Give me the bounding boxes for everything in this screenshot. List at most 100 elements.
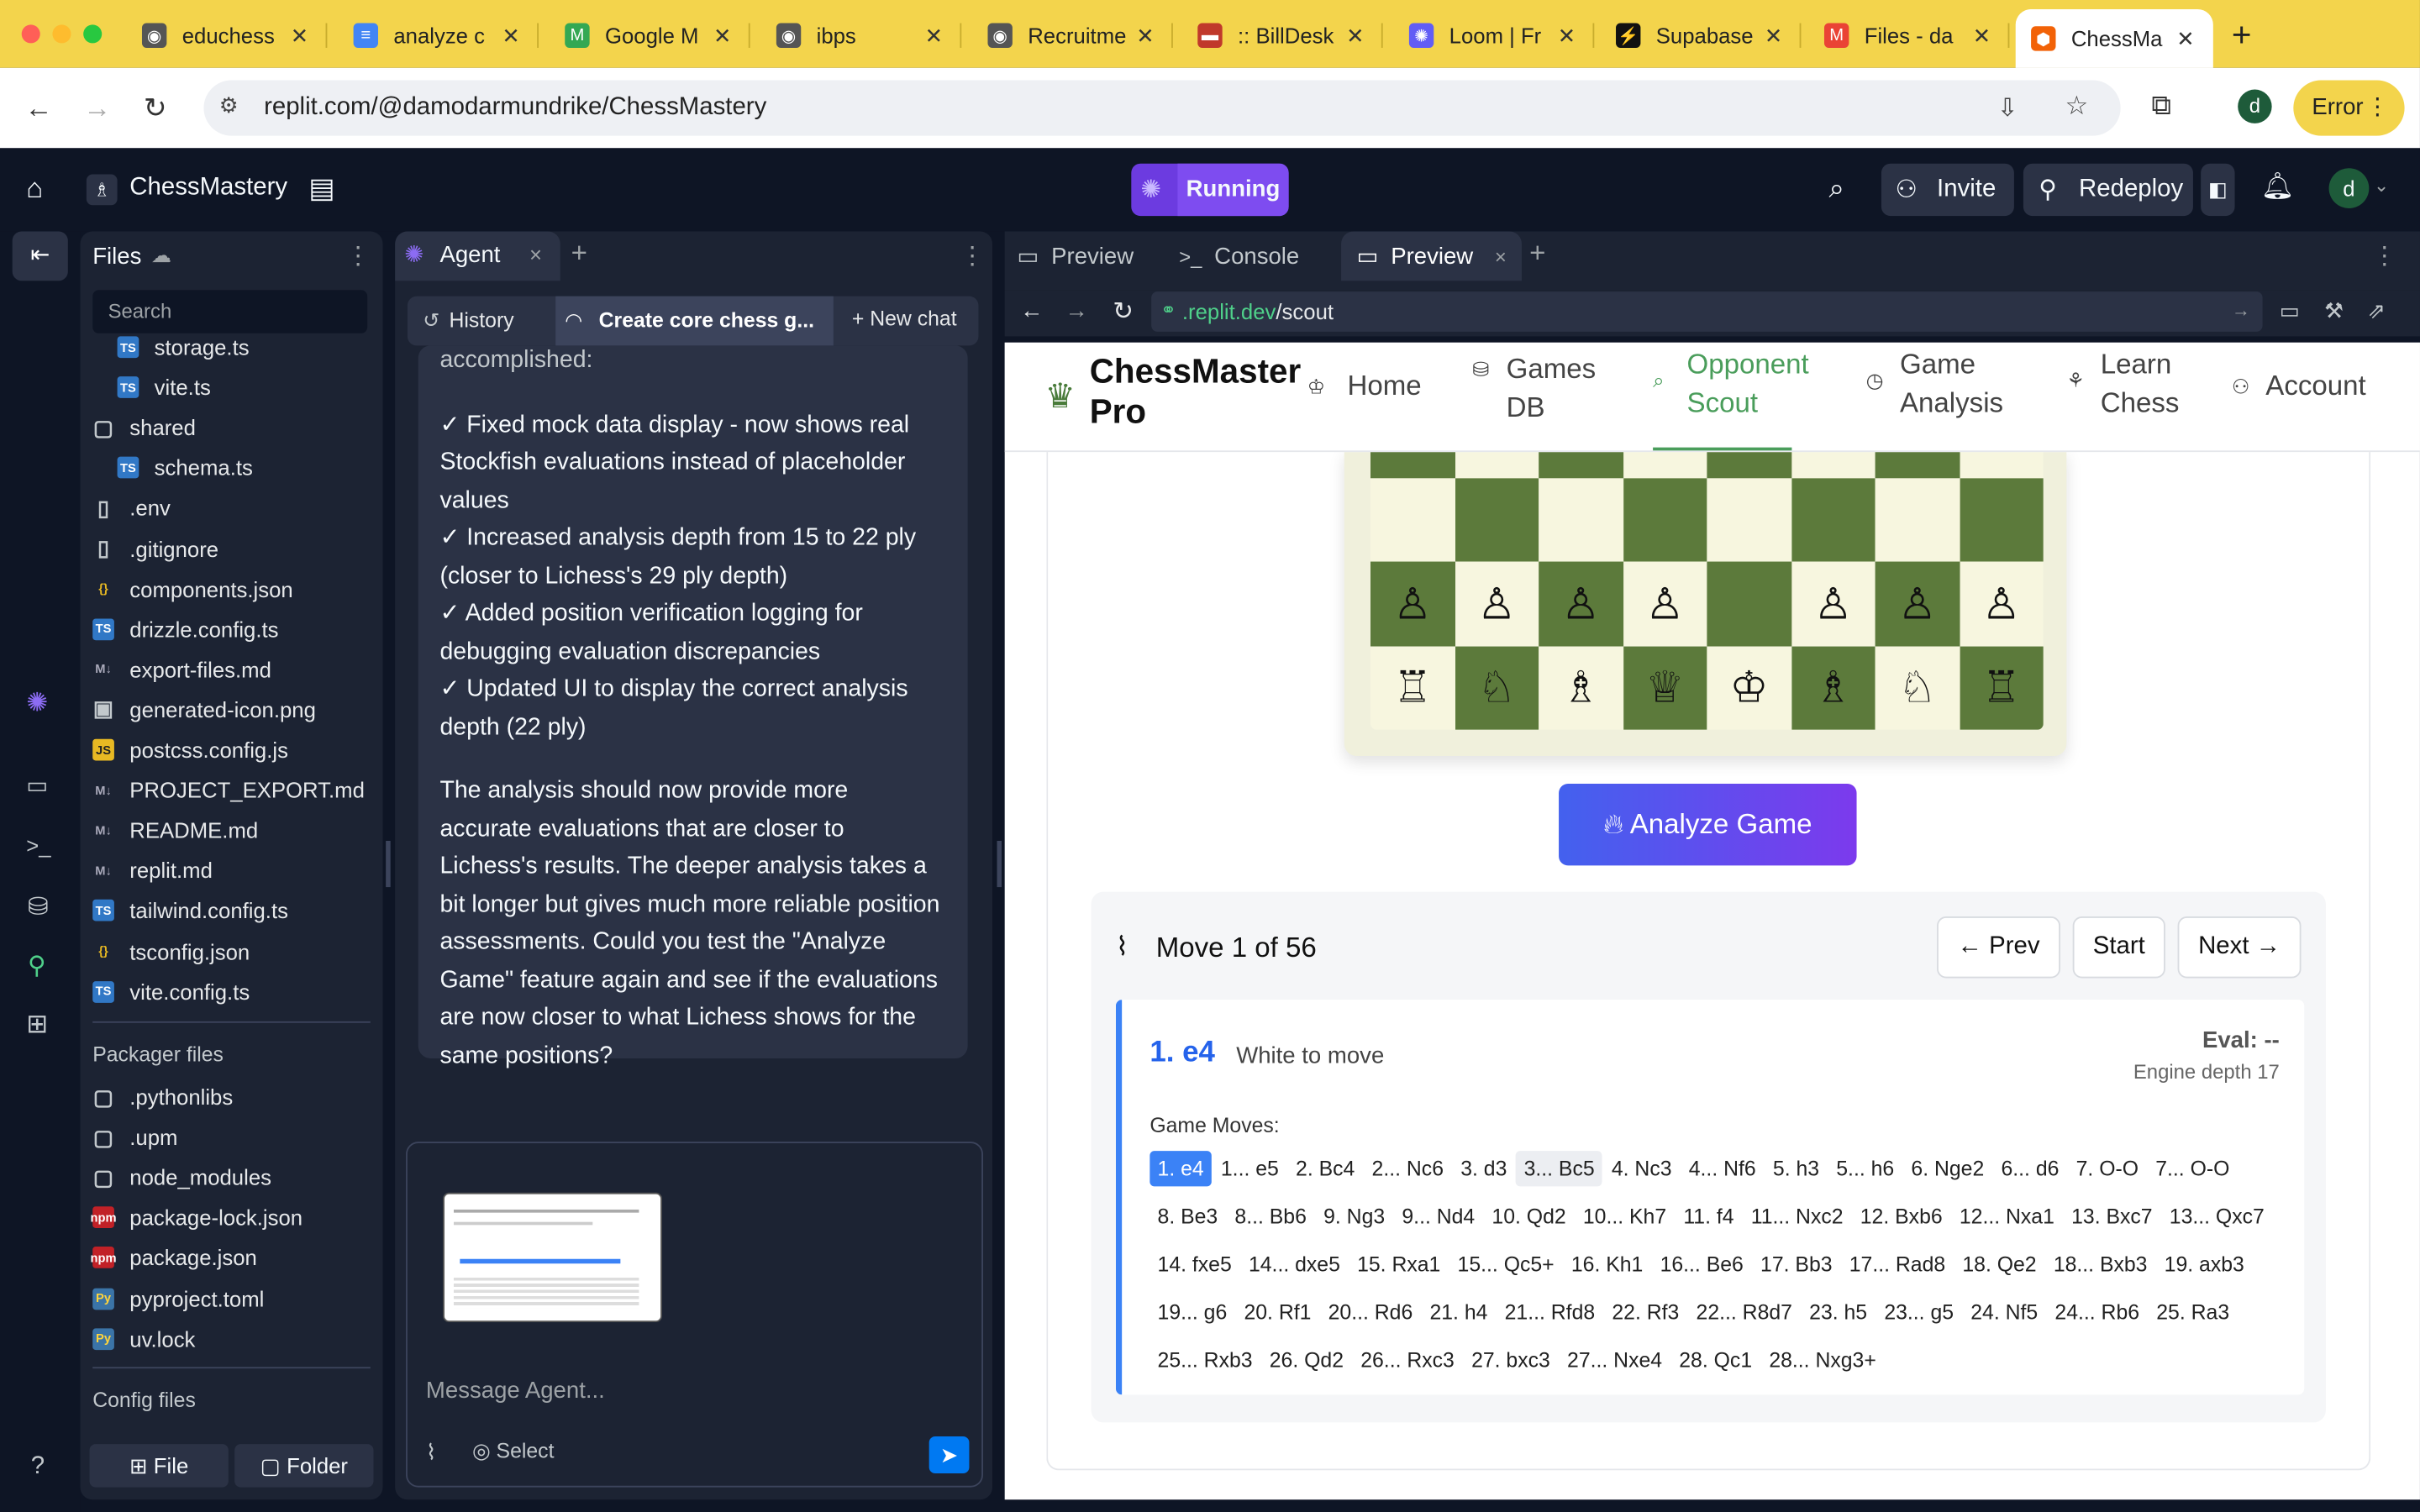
chess-piece-icon[interactable]: ♕ — [1645, 662, 1684, 713]
file-tree-item[interactable]: ▢ shared — [92, 407, 196, 448]
close-tab-icon[interactable]: ✕ — [1558, 23, 1576, 49]
move-chip[interactable]: 11... Nxc2 — [1744, 1199, 1851, 1234]
move-chip[interactable]: 7. O-O — [2068, 1151, 2146, 1186]
chess-piece-icon[interactable]: ♙ — [1982, 578, 2021, 629]
deploy-menu-icon[interactable]: ◧ — [2201, 163, 2235, 217]
file-tree-item[interactable]: ▯ .gitignore — [92, 528, 218, 569]
board-square[interactable] — [1623, 477, 1707, 562]
move-chip[interactable]: 27... Nxe4 — [1560, 1342, 1670, 1378]
move-chip[interactable]: 18... Bxb3 — [2046, 1247, 2155, 1282]
move-chip[interactable]: 21. h4 — [1422, 1294, 1495, 1330]
move-chip[interactable]: 2... Nc6 — [1364, 1151, 1451, 1186]
board-square[interactable] — [1791, 449, 1876, 478]
move-chip[interactable]: 26... Rxc3 — [1353, 1342, 1462, 1378]
prev-button[interactable]: ← Prev — [1937, 916, 2060, 979]
board-square[interactable]: ♙ — [1875, 561, 1960, 646]
run-button[interactable]: ✺ Running — [1131, 163, 1289, 217]
minimize-window-button[interactable] — [52, 24, 71, 44]
move-chip[interactable]: 13... Qxc7 — [2162, 1199, 2272, 1234]
open-external-icon[interactable]: ⇗ — [2367, 297, 2386, 323]
move-chip[interactable]: 5. h3 — [1765, 1151, 1828, 1186]
close-tab-icon[interactable]: ✕ — [1765, 23, 1783, 49]
board-square[interactable] — [1707, 477, 1791, 562]
omnibox[interactable]: ⚙ replit.com/@damodarmundrike/ChessMaste… — [203, 80, 2121, 136]
attached-screenshot-thumbnail[interactable] — [443, 1192, 662, 1323]
forward-icon[interactable]: → — [83, 92, 111, 125]
move-chip[interactable]: 1... e5 — [1213, 1151, 1286, 1186]
history-icon[interactable]: ↺ — [423, 308, 439, 333]
move-chip[interactable]: 1. e4 — [1150, 1151, 1212, 1187]
move-chip[interactable]: 4... Nf6 — [1681, 1151, 1764, 1186]
search-icon[interactable]: ⌕ — [1828, 173, 1844, 206]
chess-piece-icon[interactable]: ♙ — [1561, 578, 1600, 629]
forward-icon[interactable]: → — [1065, 297, 1088, 323]
send-icon[interactable]: ➤ — [929, 1436, 970, 1474]
move-chip[interactable]: 10. Qd2 — [1484, 1199, 1574, 1234]
board-square[interactable] — [1791, 477, 1876, 562]
board-square[interactable]: ♖ — [1959, 645, 2044, 730]
browser-tab[interactable]: ✺ Loom | Fr ✕ — [1394, 9, 1595, 61]
new-chat-button[interactable]: + New chat — [852, 307, 957, 331]
move-chip[interactable]: 9. Ng3 — [1316, 1199, 1392, 1234]
reload-icon[interactable]: ↻ — [1113, 297, 1134, 328]
board-square[interactable]: ♗ — [1539, 645, 1623, 730]
nav-link-games-db[interactable]: ⛁ Games DB — [1472, 350, 1611, 428]
board-square[interactable] — [1959, 449, 2044, 478]
move-chip[interactable]: 13. Bxc7 — [2064, 1199, 2160, 1234]
devices-icon[interactable]: ▭ — [2280, 297, 2300, 323]
board-square[interactable]: ♘ — [1875, 645, 1960, 730]
close-tab-icon[interactable]: ✕ — [1136, 23, 1155, 49]
close-tab-icon[interactable]: ✕ — [502, 23, 520, 49]
reload-icon[interactable]: ↻ — [144, 92, 167, 125]
go-arrow-icon[interactable]: → — [2232, 299, 2250, 321]
file-tree-item[interactable]: Py uv.lock — [92, 1319, 195, 1359]
file-tree-item[interactable]: TS tailwind.config.ts — [92, 890, 288, 931]
file-tree-item[interactable]: npm package-lock.json — [91, 1198, 303, 1238]
board-square[interactable] — [1707, 561, 1791, 646]
chess-board[interactable]: ♔ ♙ ♙ ♙ ♙ ♙ ♙ ♙ ♖ ♘ ♗ ♕ ♔ ♗ ♘ ♖ — [1370, 449, 2044, 730]
move-chip[interactable]: 19... g6 — [1150, 1294, 1234, 1330]
close-icon[interactable]: × — [1495, 244, 1507, 268]
chess-piece-icon[interactable]: ♘ — [1898, 662, 1937, 713]
browser-tab[interactable]: ≡ analyze c ✕ — [338, 9, 539, 61]
move-chip[interactable]: 17. Bb3 — [1753, 1247, 1840, 1282]
chess-piece-icon[interactable]: ♙ — [1813, 578, 1852, 629]
file-tree-item[interactable]: ▢ node_modules — [92, 1158, 271, 1198]
move-chip[interactable]: 22... R8d7 — [1688, 1294, 1800, 1330]
chess-piece-icon[interactable]: ♗ — [1813, 662, 1852, 713]
board-square[interactable]: ♔ — [1707, 449, 1791, 478]
board-square[interactable] — [1539, 477, 1623, 562]
resize-handle[interactable] — [997, 841, 1002, 888]
nav-link-home[interactable]: ♔ Home — [1307, 367, 1422, 406]
nav-link-opponent-scout[interactable]: ⌕ Opponent Scout — [1653, 345, 1809, 451]
start-button[interactable]: Start — [2072, 916, 2165, 979]
notifications-bell-icon[interactable]: 🔔︎ — [2261, 171, 2295, 202]
move-chip[interactable]: 16... Be6 — [1652, 1247, 1751, 1282]
file-tree-item[interactable]: TS vite.ts — [117, 367, 211, 407]
move-chip[interactable]: 9... Nd4 — [1394, 1199, 1482, 1234]
move-chip[interactable]: 5... h6 — [1828, 1151, 1902, 1186]
panel-menu-icon[interactable]: ⋮ — [2372, 241, 2396, 272]
new-file-button[interactable]: ⊞ File — [89, 1444, 229, 1488]
board-square[interactable]: ♙ — [1370, 561, 1455, 646]
help-icon[interactable]: ? — [31, 1453, 45, 1481]
chess-piece-icon[interactable]: ♘ — [1477, 662, 1516, 713]
file-tree-item[interactable]: {} components.json — [92, 569, 292, 609]
error-button[interactable]: Error ⋮ — [2293, 80, 2405, 136]
move-chip[interactable]: 15. Rxa1 — [1349, 1247, 1449, 1282]
move-chip[interactable]: 27. bxc3 — [1464, 1342, 1558, 1378]
board-square[interactable]: ♔ — [1707, 645, 1791, 730]
move-chip[interactable]: 28... Nxg3+ — [1761, 1342, 1884, 1378]
file-tree-item[interactable]: ▢ .upm — [92, 1117, 178, 1158]
webview-tool-icon[interactable]: ▭ — [26, 771, 48, 799]
new-folder-button[interactable]: ▢ Folder — [234, 1444, 374, 1488]
move-chip[interactable]: 8... Bb6 — [1227, 1199, 1314, 1234]
board-square[interactable] — [1875, 477, 1960, 562]
database-tool-icon[interactable]: ⛁ — [28, 892, 49, 923]
chess-piece-icon[interactable]: ♗ — [1561, 662, 1600, 713]
add-tab-icon[interactable]: + — [571, 238, 587, 270]
chess-piece-icon[interactable]: ♙ — [1393, 578, 1432, 629]
agent-tool-icon[interactable]: ✺ — [26, 688, 48, 719]
file-tree-item[interactable]: TS drizzle.config.ts — [92, 609, 278, 649]
project-name[interactable]: ChessMastery — [129, 175, 287, 202]
